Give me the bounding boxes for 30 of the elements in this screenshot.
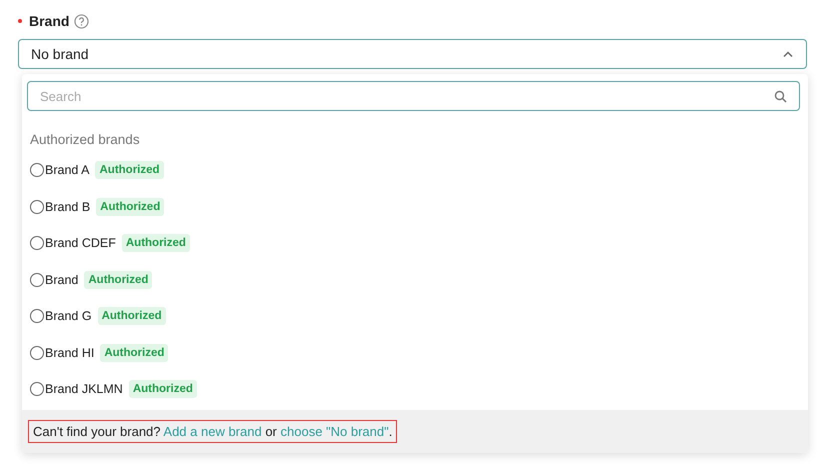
search-icon[interactable] xyxy=(774,90,787,103)
radio-button[interactable] xyxy=(30,382,44,396)
radio-button[interactable] xyxy=(30,346,44,360)
radio-button[interactable] xyxy=(30,272,44,287)
authorized-badge: Authorized xyxy=(128,380,197,398)
brand-name[interactable]: Brand xyxy=(45,272,78,287)
authorized-badge: Authorized xyxy=(100,344,168,362)
radio-button[interactable] xyxy=(30,163,44,178)
search-field[interactable]: Search xyxy=(27,81,800,111)
brand-name[interactable]: Brand A xyxy=(45,163,90,178)
radio-button[interactable] xyxy=(30,200,44,214)
authorized-badge: Authorized xyxy=(84,270,152,289)
brand-name[interactable]: Brand CDEF xyxy=(45,236,116,250)
help-icon[interactable] xyxy=(74,14,90,28)
authorized-badge: Authorized xyxy=(122,234,190,252)
radio-button[interactable] xyxy=(30,309,44,324)
brand-name[interactable]: Brand JKLMN xyxy=(45,382,123,396)
help-sentence: Can't find your brand? Add a new brand or choose "No brand". xyxy=(28,420,398,442)
brand-name[interactable]: Brand B xyxy=(45,200,90,214)
brand-name[interactable]: Brand G xyxy=(45,309,92,324)
brand-name[interactable]: Brand HI xyxy=(45,346,94,360)
authorized-badge: Authorized xyxy=(98,307,166,326)
select-value: No brand xyxy=(31,46,89,62)
field-label: Brand xyxy=(29,13,70,29)
chevron-icon xyxy=(782,50,794,58)
radio-button[interactable] xyxy=(30,236,44,250)
authorized-badge: Authorized xyxy=(95,161,164,180)
brand-select[interactable]: No brand xyxy=(18,39,807,69)
group-title: Authorized brands xyxy=(30,132,141,149)
authorized-badge: Authorized xyxy=(96,198,164,216)
